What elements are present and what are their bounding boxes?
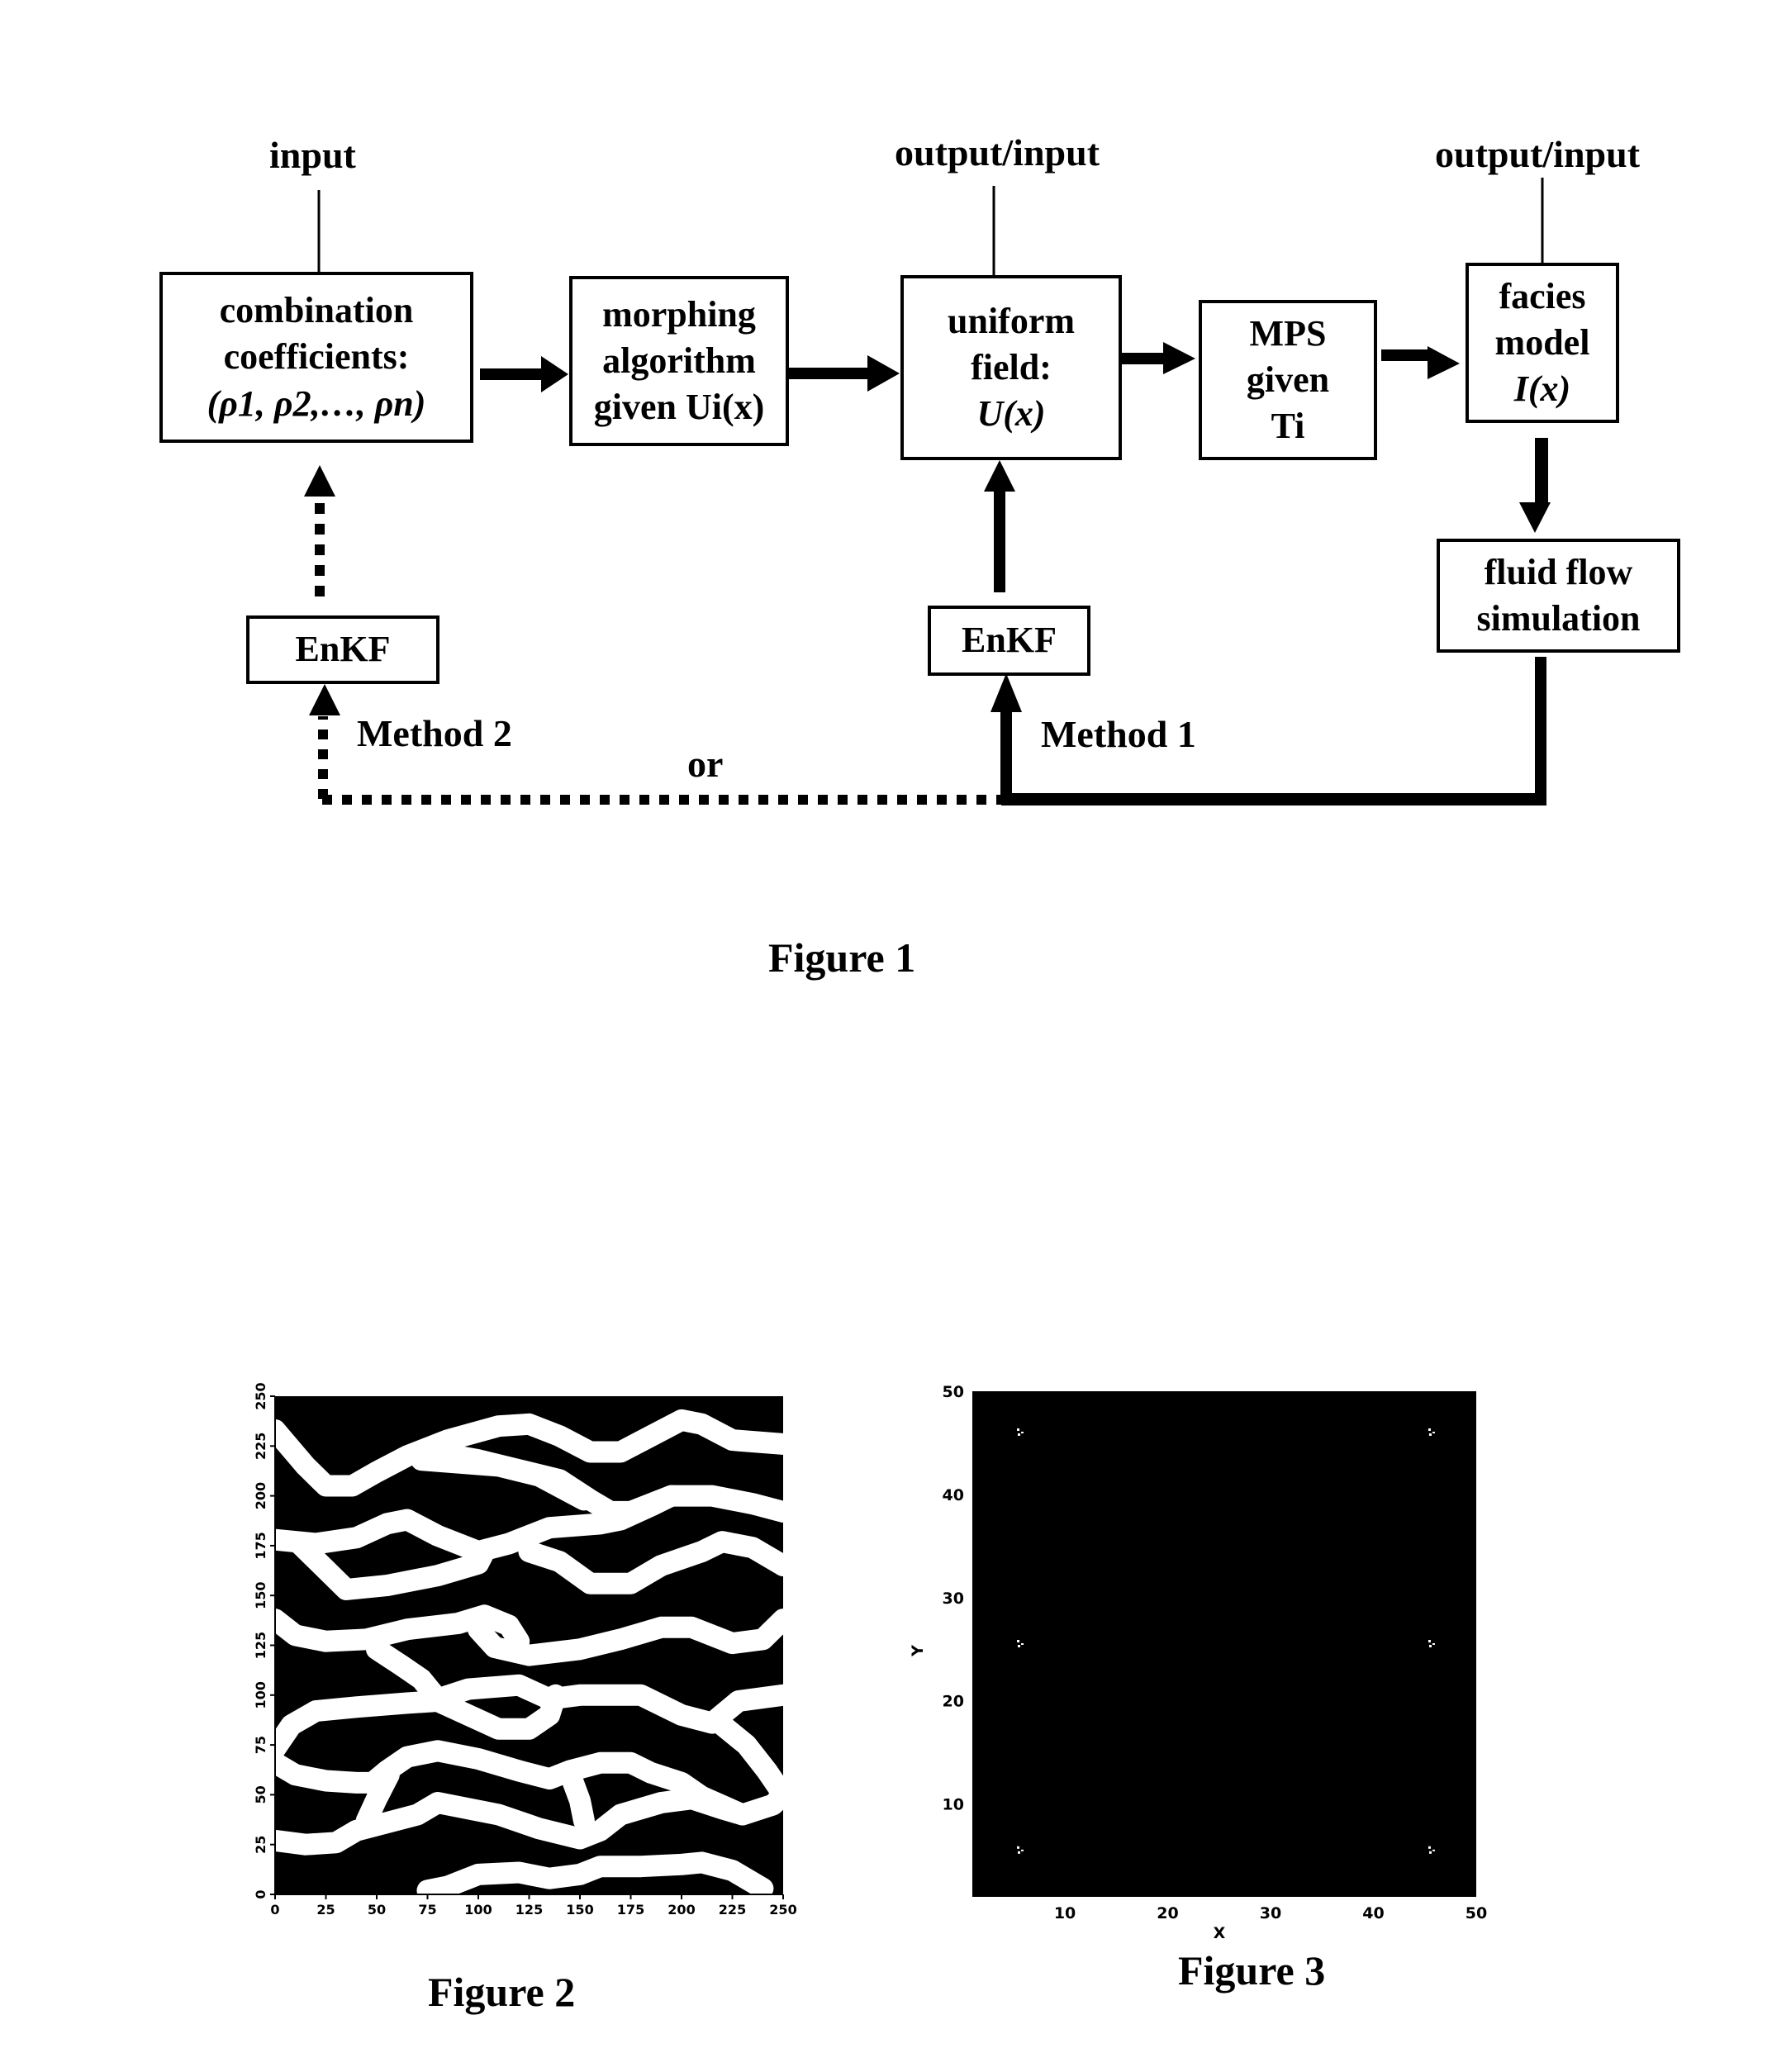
figure-3-background: [972, 1391, 1476, 1897]
x-tick-label: 50: [1466, 1904, 1487, 1922]
y-tick-label: 50: [943, 1383, 964, 1401]
x-tick-label: 20: [1157, 1904, 1178, 1922]
y-tick-label: 20: [943, 1693, 964, 1711]
y-tick-label: 40: [943, 1486, 964, 1504]
figure-3-plot: 10 20 30 40 50 10 20 30 40 50 X Y: [909, 1383, 1487, 1942]
y-tick-label: 30: [943, 1590, 964, 1608]
x-tick-label: 40: [1362, 1904, 1384, 1922]
y-axis-label: Y: [909, 1645, 927, 1657]
figure-3-caption: Figure 3: [1178, 1947, 1326, 1994]
x-tick-label: 10: [1054, 1904, 1076, 1922]
x-tick-label: 30: [1260, 1904, 1281, 1922]
x-axis-label: X: [1214, 1924, 1226, 1942]
y-tick-label: 10: [943, 1796, 964, 1814]
